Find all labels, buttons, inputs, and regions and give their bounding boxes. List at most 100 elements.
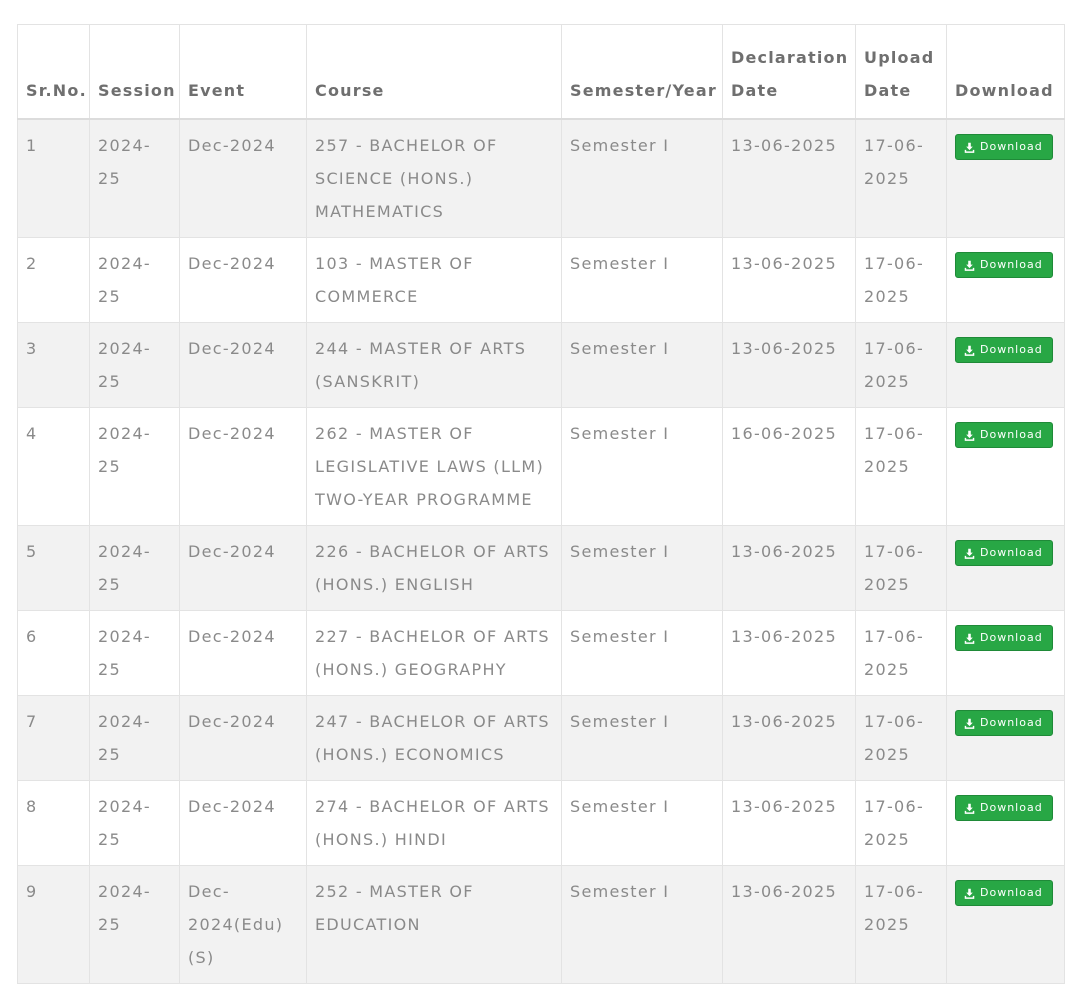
- cell-sr-no: 4: [17, 407, 90, 526]
- download-button[interactable]: Download: [955, 134, 1053, 160]
- cell-download: Download: [946, 322, 1065, 408]
- download-icon: [964, 430, 975, 441]
- cell-declaration-date: 16-06-2025: [722, 407, 856, 526]
- cell-declaration-date: 13-06-2025: [722, 780, 856, 866]
- cell-course: 262 - MASTER OF LEGISLATIVE LAWS (LLM) T…: [306, 407, 562, 526]
- cell-event: Dec-2024: [179, 780, 307, 866]
- cell-sr-no: 6: [17, 610, 90, 696]
- cell-course: 226 - BACHELOR OF ARTS (HONS.) ENGLISH: [306, 525, 562, 611]
- header-upload-date: Upload Date: [855, 24, 947, 120]
- cell-upload-date: 17-06-2025: [855, 237, 947, 323]
- download-icon: [964, 345, 975, 356]
- cell-session: 2024-25: [89, 118, 180, 238]
- cell-upload-date: 17-06-2025: [855, 780, 947, 866]
- cell-declaration-date: 13-06-2025: [722, 237, 856, 323]
- cell-semester-year: Semester I: [561, 237, 723, 323]
- cell-declaration-date: 13-06-2025: [722, 865, 856, 984]
- cell-upload-date: 17-06-2025: [855, 525, 947, 611]
- cell-download: Download: [946, 407, 1065, 526]
- download-button[interactable]: Download: [955, 540, 1053, 566]
- table-row: 6 2024-25 Dec-2024 227 - BACHELOR OF ARTS (…: [17, 610, 1065, 696]
- cell-upload-date: 17-06-2025: [855, 118, 947, 238]
- download-button-label: Download: [980, 716, 1043, 729]
- download-icon: [964, 260, 975, 271]
- cell-declaration-date: 13-06-2025: [722, 610, 856, 696]
- cell-sr-no: 9: [17, 865, 90, 984]
- download-button[interactable]: Download: [955, 880, 1053, 906]
- cell-semester-year: Semester I: [561, 118, 723, 238]
- cell-semester-year: Semester I: [561, 322, 723, 408]
- cell-sr-no: 8: [17, 780, 90, 866]
- cell-upload-date: 17-06-2025: [855, 322, 947, 408]
- cell-semester-year: Semester I: [561, 865, 723, 984]
- download-button[interactable]: Download: [955, 795, 1053, 821]
- results-table: Sr.No. Session Event Course Semester/Yea…: [17, 24, 1065, 984]
- cell-download: Download: [946, 865, 1065, 984]
- cell-semester-year: Semester I: [561, 780, 723, 866]
- download-button[interactable]: Download: [955, 337, 1053, 363]
- cell-event: Dec-2024: [179, 610, 307, 696]
- cell-semester-year: Semester I: [561, 407, 723, 526]
- cell-semester-year: Semester I: [561, 525, 723, 611]
- table-header-row: Sr.No. Session Event Course Semester/Yea…: [17, 24, 1065, 120]
- cell-session: 2024-25: [89, 322, 180, 408]
- download-icon: [964, 548, 975, 559]
- cell-event: Dec-2024: [179, 237, 307, 323]
- header-course: Course: [306, 24, 562, 120]
- cell-session: 2024-25: [89, 237, 180, 323]
- download-icon: [964, 633, 975, 644]
- table-row: 7 2024-25 Dec-2024 247 - BACHELOR OF ARTS (…: [17, 695, 1065, 781]
- download-button-label: Download: [980, 631, 1043, 644]
- cell-sr-no: 2: [17, 237, 90, 323]
- table-row: 5 2024-25 Dec-2024 226 - BACHELOR OF ARTS (…: [17, 525, 1065, 611]
- download-icon: [964, 142, 975, 153]
- download-button-label: Download: [980, 258, 1043, 271]
- download-button-label: Download: [980, 801, 1043, 814]
- cell-session: 2024-25: [89, 610, 180, 696]
- cell-download: Download: [946, 237, 1065, 323]
- cell-declaration-date: 13-06-2025: [722, 695, 856, 781]
- header-session: Session: [89, 24, 180, 120]
- download-button[interactable]: Download: [955, 625, 1053, 651]
- download-icon: [964, 718, 975, 729]
- download-button-label: Download: [980, 886, 1043, 899]
- cell-event: Dec-2024: [179, 525, 307, 611]
- cell-event: Dec-2024: [179, 322, 307, 408]
- cell-session: 2024-25: [89, 525, 180, 611]
- cell-course: 103 - MASTER OF COMMERCE: [306, 237, 562, 323]
- table-row: 1 2024-25 Dec-2024 257 - BACHELOR OF SCIENC…: [17, 118, 1065, 238]
- header-semester-year: Semester/Year: [561, 24, 723, 120]
- cell-semester-year: Semester I: [561, 695, 723, 781]
- table-row: 3 2024-25 Dec-2024 244 - MASTER OF ARTS (SA…: [17, 322, 1065, 408]
- header-download: Download: [946, 24, 1065, 120]
- header-sr-no: Sr.No.: [17, 24, 90, 120]
- cell-declaration-date: 13-06-2025: [722, 118, 856, 238]
- cell-session: 2024-25: [89, 407, 180, 526]
- download-button[interactable]: Download: [955, 422, 1053, 448]
- cell-declaration-date: 13-06-2025: [722, 525, 856, 611]
- cell-course: 252 - MASTER OF EDUCATION: [306, 865, 562, 984]
- download-button-label: Download: [980, 140, 1043, 153]
- cell-declaration-date: 13-06-2025: [722, 322, 856, 408]
- cell-session: 2024-25: [89, 865, 180, 984]
- cell-session: 2024-25: [89, 780, 180, 866]
- cell-download: Download: [946, 525, 1065, 611]
- cell-course: 244 - MASTER OF ARTS (SANSKRIT): [306, 322, 562, 408]
- cell-course: 227 - BACHELOR OF ARTS (HONS.) GEOGRAPHY: [306, 610, 562, 696]
- download-button[interactable]: Download: [955, 710, 1053, 736]
- cell-sr-no: 7: [17, 695, 90, 781]
- results-table-container: Sr.No. Session Event Course Semester/Yea…: [17, 24, 1065, 984]
- cell-upload-date: 17-06-2025: [855, 610, 947, 696]
- cell-download: Download: [946, 610, 1065, 696]
- download-button-label: Download: [980, 546, 1043, 559]
- download-button[interactable]: Download: [955, 252, 1053, 278]
- cell-course: 247 - BACHELOR OF ARTS (HONS.) ECONOMICS: [306, 695, 562, 781]
- cell-event: Dec-2024: [179, 695, 307, 781]
- header-event: Event: [179, 24, 307, 120]
- download-icon: [964, 888, 975, 899]
- cell-course: 257 - BACHELOR OF SCIENCE (HONS.) MATHEM…: [306, 118, 562, 238]
- download-icon: [964, 803, 975, 814]
- cell-sr-no: 5: [17, 525, 90, 611]
- cell-sr-no: 3: [17, 322, 90, 408]
- table-row: 4 2024-25 Dec-2024 262 - MASTER OF LEGISLAT…: [17, 407, 1065, 526]
